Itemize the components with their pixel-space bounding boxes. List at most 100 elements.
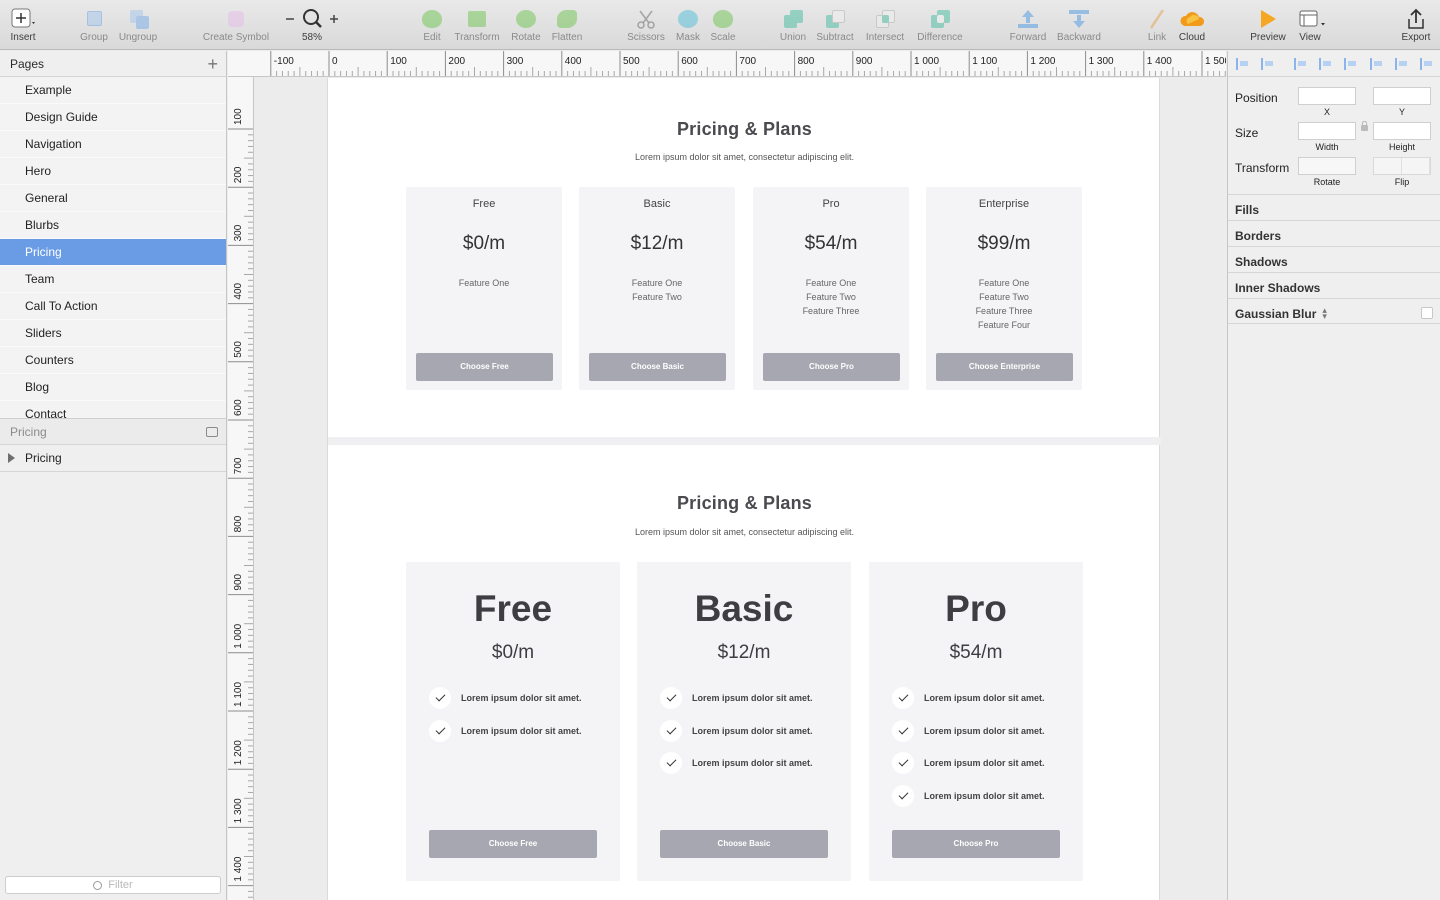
disclosure-triangle-icon[interactable] [8, 453, 15, 463]
lock-icon[interactable] [1361, 121, 1368, 131]
pricing-card-free[interactable]: Free $0/m Feature One Choose Free [406, 187, 562, 390]
backward-button[interactable]: Backward [1054, 0, 1104, 50]
difference-button[interactable]: Difference [913, 0, 967, 50]
flatten-button[interactable]: Flatten [549, 0, 585, 50]
flip-vertical-icon[interactable] [1402, 158, 1430, 174]
height-field[interactable] [1373, 122, 1431, 140]
page-item-hero[interactable]: Hero [0, 158, 226, 185]
ruler-label: 1 100 [233, 682, 244, 707]
align-left-icon[interactable] [1294, 58, 1306, 70]
edit-button[interactable]: Edit [418, 0, 446, 50]
page-item-pricing[interactable]: Pricing [0, 239, 226, 266]
transform-button[interactable]: Transform [451, 0, 503, 50]
pricing-card-pro[interactable]: Pro $54/m Feature One Feature Two Feature Th… [753, 187, 909, 390]
pricing-card-basic[interactable]: Basic $12/m Feature One Feature Two Choose B… [579, 187, 735, 390]
width-field[interactable] [1298, 122, 1356, 140]
choose-plan-button[interactable]: Choose Basic [660, 830, 828, 858]
view-button[interactable]: View [1293, 0, 1327, 50]
pricing-card-large-basic[interactable]: Basic $12/m Lorem ipsum dolor sit amet. Lor… [637, 562, 851, 881]
align-center-icon[interactable] [1319, 58, 1331, 70]
ungroup-button[interactable]: Ungroup [116, 0, 160, 50]
page-item-contact[interactable]: Contact [0, 401, 226, 418]
feature-text: Lorem ipsum dolor sit amet. [692, 725, 813, 736]
canvas[interactable]: Pricing & Plans Lorem ipsum dolor sit am… [255, 78, 1226, 900]
pricing-card-enterprise[interactable]: Enterprise $99/m Feature One Feature Two Fea… [926, 187, 1082, 390]
mask-button[interactable]: Mask [673, 0, 703, 50]
align-top-icon[interactable] [1370, 58, 1382, 70]
page-item-general[interactable]: General [0, 185, 226, 212]
stepper-icon[interactable]: ▴ ▾ [1322, 306, 1327, 321]
search-icon [93, 880, 103, 890]
add-page-icon[interactable]: + [207, 55, 218, 73]
section1-subtitle[interactable]: Lorem ipsum dolor sit amet, consectetur … [328, 152, 1161, 162]
link-button[interactable]: Link [1143, 0, 1171, 50]
page-item-example[interactable]: Example [0, 77, 226, 104]
scissors-button[interactable]: Scissors [624, 0, 668, 50]
intersect-button[interactable]: Intersect [862, 0, 908, 50]
distribute-horizontal-icon[interactable] [1236, 58, 1248, 70]
shadows-section[interactable]: Shadows [1228, 246, 1440, 272]
page-item-design-guide[interactable]: Design Guide [0, 104, 226, 131]
preview-button[interactable]: Preview [1247, 0, 1289, 50]
choose-plan-button[interactable]: Choose Free [416, 353, 553, 381]
page-item-navigation[interactable]: Navigation [0, 131, 226, 158]
feature-row: Lorem ipsum dolor sit amet. [892, 687, 1072, 709]
cloud-button[interactable]: Cloud [1175, 0, 1209, 50]
page-item-team[interactable]: Team [0, 266, 226, 293]
page-item-blurbs[interactable]: Blurbs [0, 212, 226, 239]
ruler-label: 1 000 [914, 56, 939, 67]
choose-plan-button[interactable]: Choose Pro [892, 830, 1060, 858]
ruler-label: 1 200 [233, 740, 244, 765]
artboard-pricing[interactable]: Pricing & Plans Lorem ipsum dolor sit am… [327, 78, 1161, 900]
choose-plan-button[interactable]: Choose Pro [763, 353, 900, 381]
align-middle-icon[interactable] [1395, 58, 1407, 70]
group-button[interactable]: Group [76, 0, 112, 50]
fills-section[interactable]: Fills [1228, 194, 1440, 220]
union-button[interactable]: Union [776, 0, 810, 50]
page-item-counters[interactable]: Counters [0, 347, 226, 374]
flip-caption: Flip [1394, 177, 1410, 187]
choose-plan-button[interactable]: Choose Free [429, 830, 597, 858]
scale-button[interactable]: Scale [707, 0, 739, 50]
feature-text: Lorem ipsum dolor sit amet. [924, 725, 1045, 736]
choose-plan-button[interactable]: Choose Basic [589, 353, 726, 381]
zoom-control[interactable]: 58% [282, 0, 342, 50]
insert-button[interactable]: Insert [4, 0, 42, 50]
flip-horizontal-icon[interactable] [1374, 158, 1402, 174]
gaussian-blur-section[interactable]: Gaussian Blur ▴ ▾ [1228, 298, 1440, 324]
layer-item-pricing[interactable]: Pricing [0, 445, 226, 472]
flip-control[interactable] [1373, 157, 1431, 175]
rotate-field[interactable] [1298, 157, 1356, 175]
inner-shadows-section[interactable]: Inner Shadows [1228, 272, 1440, 298]
borders-section[interactable]: Borders [1228, 220, 1440, 246]
create-symbol-button[interactable]: Create Symbol [200, 0, 272, 50]
choose-plan-button[interactable]: Choose Enterprise [936, 353, 1073, 381]
page-item-call-to-action[interactable]: Call To Action [0, 293, 226, 320]
subtract-button[interactable]: Subtract [813, 0, 857, 50]
horizontal-ruler[interactable]: -100 0 100 200 300 400 500 600 700 800 900 1 000 1 1… [228, 51, 1226, 77]
view-label: View [1299, 32, 1321, 43]
filter-input[interactable]: Filter [5, 876, 221, 894]
page-item-sliders[interactable]: Sliders [0, 320, 226, 347]
rotate-button[interactable]: Rotate [508, 0, 544, 50]
x-field[interactable] [1298, 87, 1356, 105]
gaussian-blur-checkbox[interactable] [1421, 307, 1433, 319]
pricing-card-large-pro[interactable]: Pro $54/m Lorem ipsum dolor sit amet. Lorem… [869, 562, 1083, 881]
ruler-label: 1 300 [233, 798, 244, 823]
section2-title[interactable]: Pricing & Plans [328, 493, 1161, 514]
section1-title[interactable]: Pricing & Plans [328, 119, 1161, 140]
align-right-icon[interactable] [1344, 58, 1356, 70]
y-field[interactable] [1373, 87, 1431, 105]
section2-subtitle[interactable]: Lorem ipsum dolor sit amet, consectetur … [328, 527, 1161, 537]
forward-button[interactable]: Forward [1006, 0, 1050, 50]
collapse-icon[interactable] [206, 426, 218, 437]
ruler-label: 400 [233, 282, 244, 299]
align-bottom-icon[interactable] [1420, 58, 1432, 70]
section-divider[interactable] [328, 437, 1161, 445]
export-button[interactable]: Export [1398, 0, 1434, 50]
page-item-blog[interactable]: Blog [0, 374, 226, 401]
feature-row: Lorem ipsum dolor sit amet. [660, 719, 840, 742]
pricing-card-large-free[interactable]: Free $0/m Lorem ipsum dolor sit amet. Lorem… [406, 562, 620, 881]
vertical-ruler[interactable]: 100 200 300 400 500 600 700 800 900 1 000 1 100 1 2… [228, 77, 254, 900]
distribute-vertical-icon[interactable] [1261, 58, 1273, 70]
